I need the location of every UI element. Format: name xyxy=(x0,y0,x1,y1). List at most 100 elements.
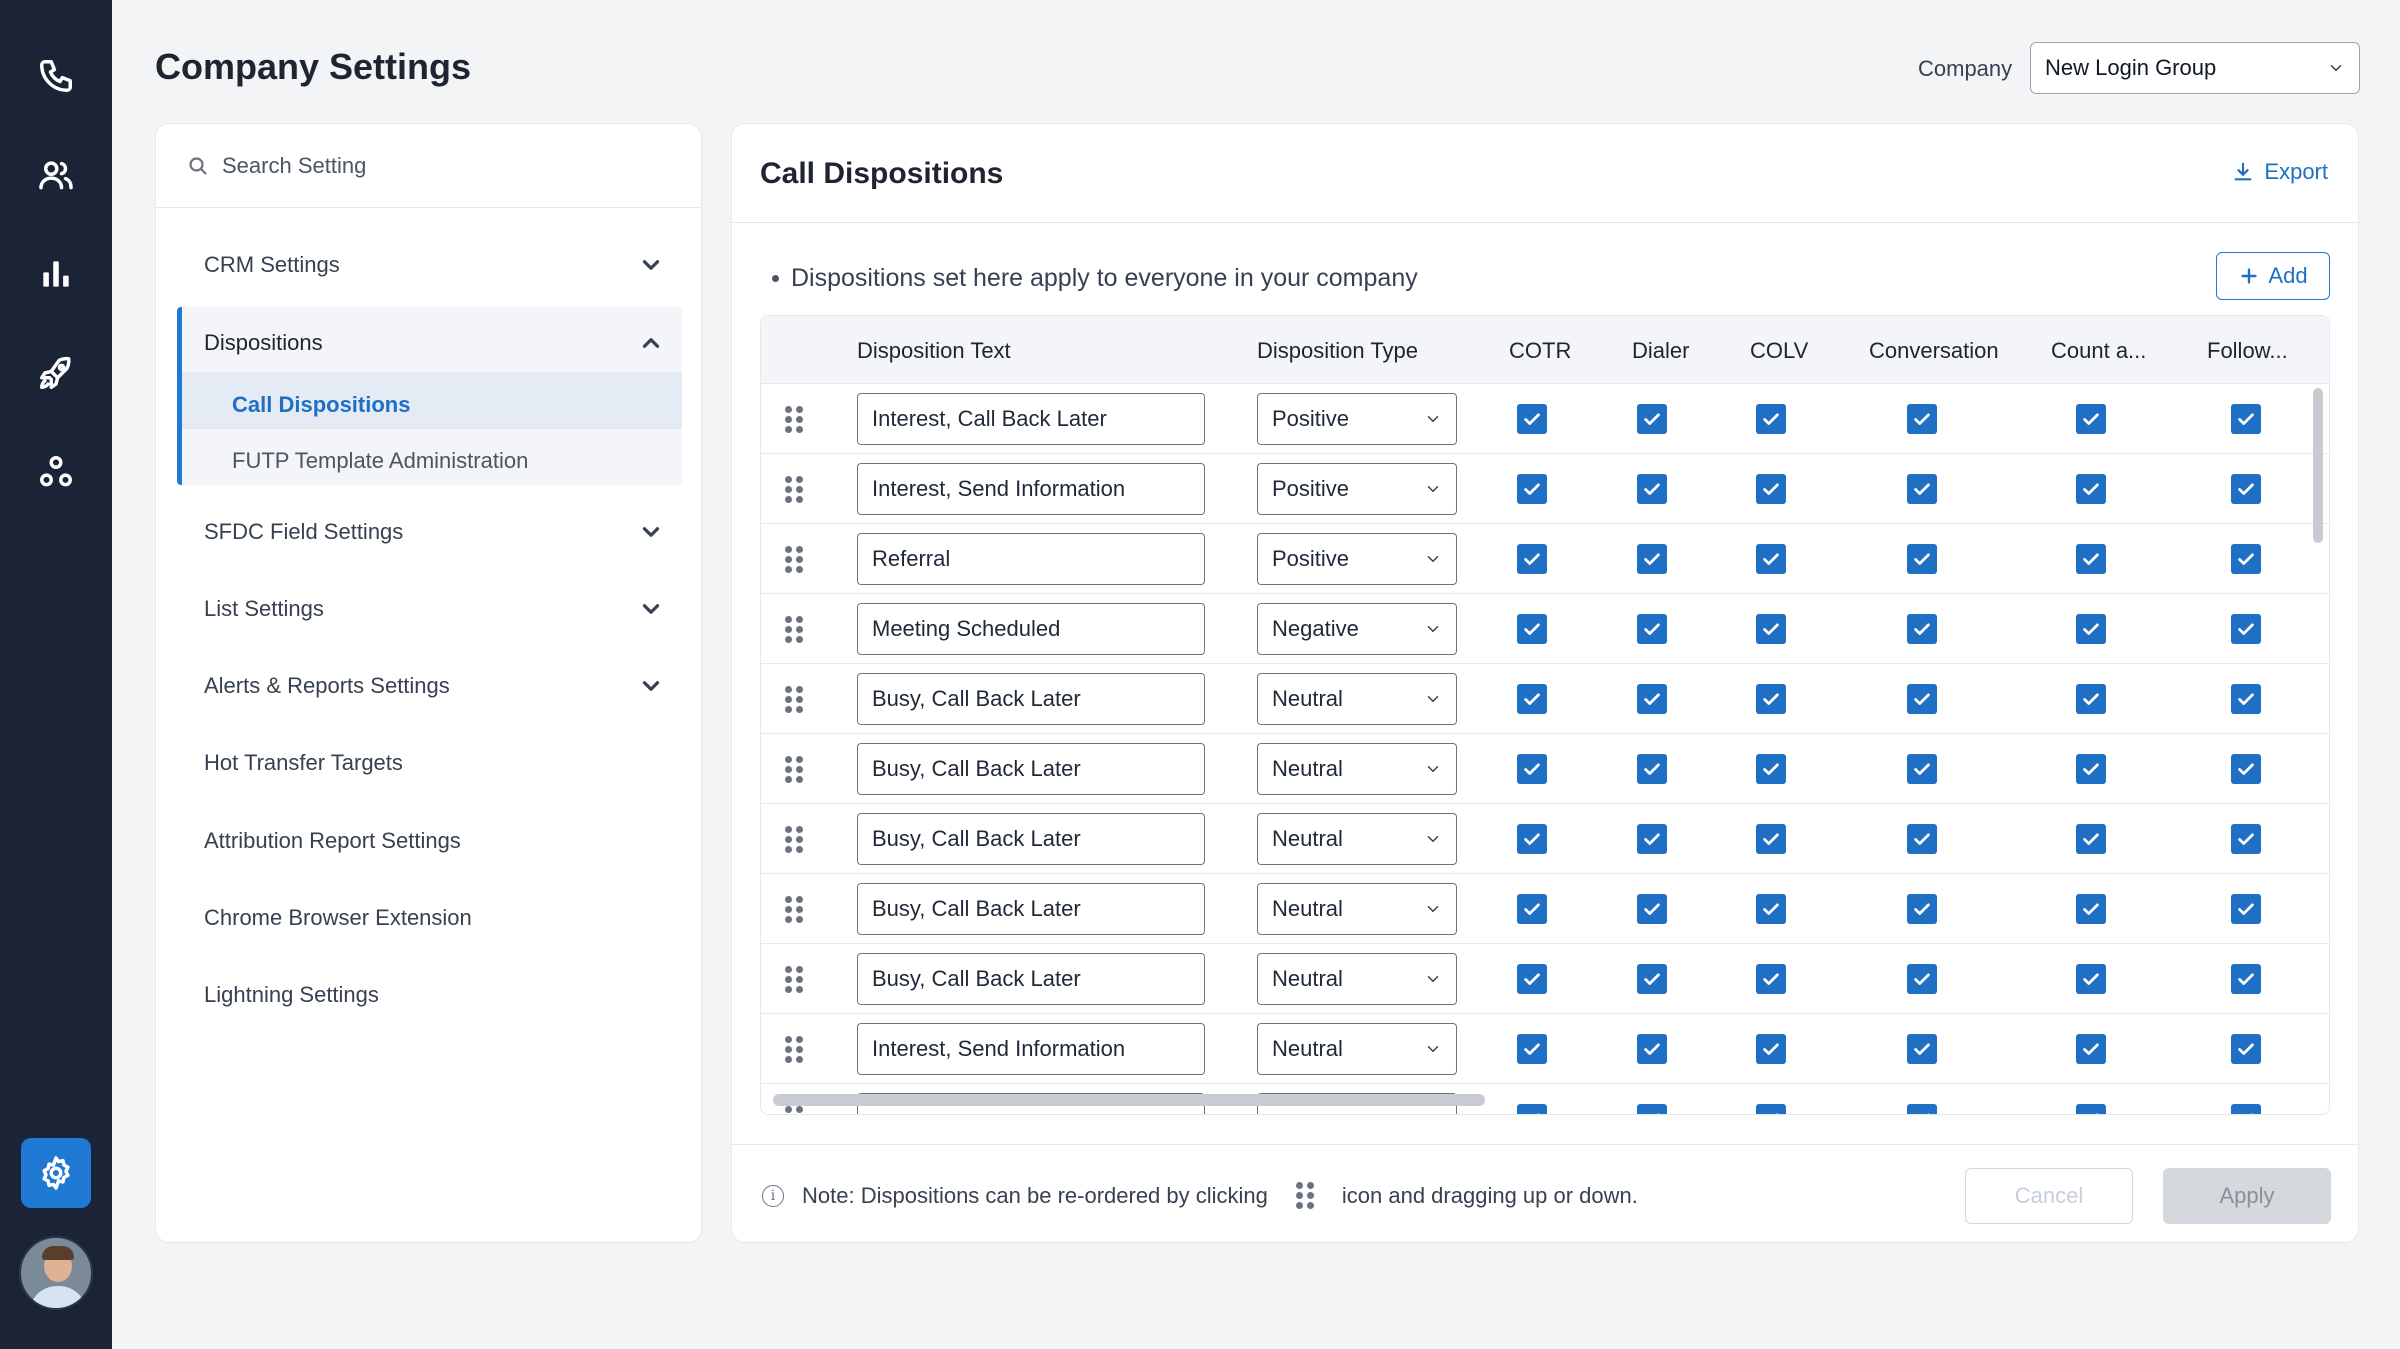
checkbox-count[interactable] xyxy=(2076,1034,2106,1064)
disposition-text-input[interactable]: Meeting Scheduled xyxy=(857,603,1205,655)
checkbox-count[interactable] xyxy=(2076,544,2106,574)
disposition-text-input[interactable]: Busy, Call Back Later xyxy=(857,883,1205,935)
sidebar-item-attribution-report-settings[interactable]: Attribution Report Settings xyxy=(204,828,664,854)
checkbox-cotr[interactable] xyxy=(1517,614,1547,644)
checkbox-cotr[interactable] xyxy=(1517,1104,1547,1114)
checkbox-dialer[interactable] xyxy=(1637,404,1667,434)
disposition-type-select[interactable]: Neutral xyxy=(1257,883,1457,935)
disposition-text-input[interactable]: Busy, Call Back Later xyxy=(857,673,1205,725)
checkbox-follow[interactable] xyxy=(2231,404,2261,434)
drag-handle-icon[interactable] xyxy=(785,1036,803,1064)
checkbox-conversation[interactable] xyxy=(1907,404,1937,434)
disposition-text-input[interactable]: Interest, Send Information xyxy=(857,463,1205,515)
checkbox-follow[interactable] xyxy=(2231,824,2261,854)
checkbox-cotr[interactable] xyxy=(1517,404,1547,434)
export-button[interactable]: Export xyxy=(2232,159,2328,185)
checkbox-count[interactable] xyxy=(2076,684,2106,714)
disposition-type-select[interactable]: Negative xyxy=(1257,603,1457,655)
disposition-type-select[interactable]: Neutral xyxy=(1257,673,1457,725)
vertical-scrollbar[interactable] xyxy=(2313,388,2323,543)
checkbox-conversation[interactable] xyxy=(1907,684,1937,714)
checkbox-colv[interactable] xyxy=(1756,1034,1786,1064)
disposition-type-select[interactable]: Neutral xyxy=(1257,813,1457,865)
checkbox-follow[interactable] xyxy=(2231,684,2261,714)
checkbox-dialer[interactable] xyxy=(1637,754,1667,784)
checkbox-follow[interactable] xyxy=(2231,894,2261,924)
disposition-type-select[interactable]: Positive xyxy=(1257,533,1457,585)
search-input-placeholder[interactable]: Search Setting xyxy=(222,153,366,179)
sidebar-item-hot-transfer-targets[interactable]: Hot Transfer Targets xyxy=(204,750,664,776)
checkbox-colv[interactable] xyxy=(1756,824,1786,854)
cancel-button[interactable]: Cancel xyxy=(1965,1168,2133,1224)
checkbox-dialer[interactable] xyxy=(1637,544,1667,574)
checkbox-count[interactable] xyxy=(2076,1104,2106,1114)
checkbox-follow[interactable] xyxy=(2231,754,2261,784)
checkbox-conversation[interactable] xyxy=(1907,964,1937,994)
checkbox-count[interactable] xyxy=(2076,894,2106,924)
checkbox-colv[interactable] xyxy=(1756,614,1786,644)
contacts-icon[interactable] xyxy=(26,145,86,205)
checkbox-conversation[interactable] xyxy=(1907,1104,1937,1114)
checkbox-dialer[interactable] xyxy=(1637,824,1667,854)
checkbox-dialer[interactable] xyxy=(1637,1104,1667,1114)
drag-handle-icon[interactable] xyxy=(785,686,803,714)
sidebar-item-crm-settings[interactable]: CRM Settings xyxy=(204,252,664,278)
checkbox-follow[interactable] xyxy=(2231,1034,2261,1064)
sidebar-item-chrome-browser-extension[interactable]: Chrome Browser Extension xyxy=(204,905,664,931)
checkbox-cotr[interactable] xyxy=(1517,894,1547,924)
rocket-icon[interactable] xyxy=(26,343,86,403)
checkbox-conversation[interactable] xyxy=(1907,1034,1937,1064)
checkbox-count[interactable] xyxy=(2076,474,2106,504)
checkbox-follow[interactable] xyxy=(2231,614,2261,644)
checkbox-dialer[interactable] xyxy=(1637,474,1667,504)
checkbox-colv[interactable] xyxy=(1756,404,1786,434)
checkbox-follow[interactable] xyxy=(2231,544,2261,574)
checkbox-count[interactable] xyxy=(2076,754,2106,784)
checkbox-dialer[interactable] xyxy=(1637,964,1667,994)
checkbox-dialer[interactable] xyxy=(1637,894,1667,924)
checkbox-dialer[interactable] xyxy=(1637,614,1667,644)
checkbox-count[interactable] xyxy=(2076,614,2106,644)
avatar[interactable] xyxy=(19,1236,93,1310)
checkbox-conversation[interactable] xyxy=(1907,474,1937,504)
checkbox-colv[interactable] xyxy=(1756,754,1786,784)
checkbox-conversation[interactable] xyxy=(1907,894,1937,924)
checkbox-conversation[interactable] xyxy=(1907,614,1937,644)
checkbox-conversation[interactable] xyxy=(1907,754,1937,784)
sidebar-item-list-settings[interactable]: List Settings xyxy=(204,596,664,622)
drag-handle-icon[interactable] xyxy=(785,1106,803,1114)
horizontal-scrollbar[interactable] xyxy=(773,1094,1485,1106)
checkbox-colv[interactable] xyxy=(1756,894,1786,924)
drag-handle-icon[interactable] xyxy=(785,826,803,854)
checkbox-conversation[interactable] xyxy=(1907,544,1937,574)
disposition-type-select[interactable]: Positive xyxy=(1257,463,1457,515)
checkbox-colv[interactable] xyxy=(1756,544,1786,574)
checkbox-colv[interactable] xyxy=(1756,964,1786,994)
add-button[interactable]: Add xyxy=(2216,252,2330,300)
drag-handle-icon[interactable] xyxy=(785,406,803,434)
sidebar-subitem-futp-template-administration[interactable]: FUTP Template Administration xyxy=(232,448,652,474)
search-setting-field[interactable]: Search Setting xyxy=(156,124,701,208)
phone-icon[interactable] xyxy=(26,46,86,106)
disposition-text-input[interactable]: Interest, Call Back Later xyxy=(857,393,1205,445)
sidebar-item-lightning-settings[interactable]: Lightning Settings xyxy=(204,982,664,1008)
drag-handle-icon[interactable] xyxy=(785,476,803,504)
disposition-text-input[interactable]: Busy, Call Back Later xyxy=(857,953,1205,1005)
drag-handle-icon[interactable] xyxy=(785,896,803,924)
disposition-text-input[interactable]: Referral xyxy=(857,533,1205,585)
apply-button[interactable]: Apply xyxy=(2163,1168,2331,1224)
disposition-type-select[interactable]: Neutral xyxy=(1257,953,1457,1005)
checkbox-follow[interactable] xyxy=(2231,474,2261,504)
checkbox-follow[interactable] xyxy=(2231,1104,2261,1114)
checkbox-cotr[interactable] xyxy=(1517,1034,1547,1064)
checkbox-colv[interactable] xyxy=(1756,1104,1786,1114)
checkbox-colv[interactable] xyxy=(1756,474,1786,504)
analytics-icon[interactable] xyxy=(26,244,86,304)
disposition-type-select[interactable]: Neutral xyxy=(1257,743,1457,795)
checkbox-dialer[interactable] xyxy=(1637,684,1667,714)
checkbox-follow[interactable] xyxy=(2231,964,2261,994)
checkbox-cotr[interactable] xyxy=(1517,964,1547,994)
disposition-type-select[interactable]: Neutral xyxy=(1257,1023,1457,1075)
checkbox-count[interactable] xyxy=(2076,824,2106,854)
sidebar-subitem-call-dispositions[interactable]: Call Dispositions xyxy=(232,392,632,418)
